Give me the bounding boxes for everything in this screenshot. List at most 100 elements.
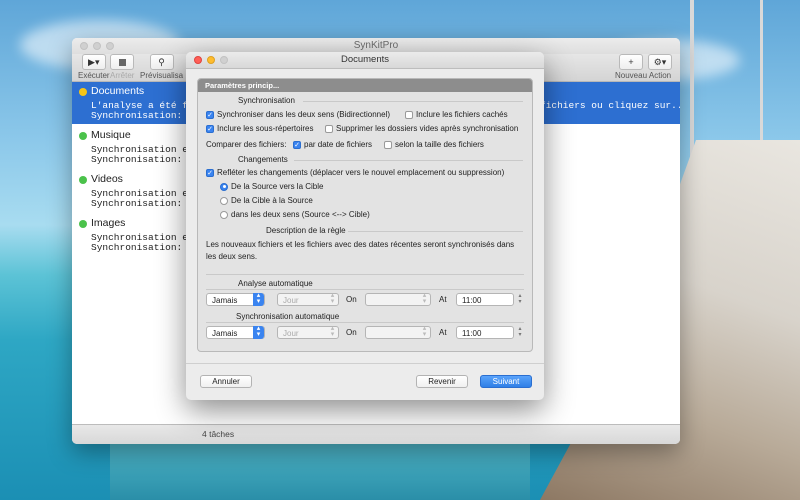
- analysis-day-select[interactable]: Jour ▴ ▾: [277, 292, 339, 306]
- radio-target-to-source[interactable]: De la Cible à la Source: [220, 196, 313, 205]
- rule-description: Les nouveaux fichiers et les fichiers av…: [206, 240, 515, 261]
- time-value: 11:00: [462, 296, 482, 305]
- close-button[interactable]: [194, 56, 202, 64]
- radio-selected-icon: [220, 182, 228, 191]
- checkmark-icon: ✓: [206, 168, 214, 177]
- main-settings-panel: Paramètres princip... Synchronisation ✓ …: [197, 78, 533, 352]
- by-size-checkbox[interactable]: selon la taille des fichiers: [384, 140, 484, 149]
- time-stepper-icon[interactable]: ▴ ▾: [516, 326, 524, 339]
- status-dot-icon: [79, 220, 87, 228]
- by-date-checkbox[interactable]: ✓ par date de fichiers: [293, 140, 372, 149]
- analysis-on-select[interactable]: ▴ ▾: [365, 292, 431, 306]
- time-value: 11:00: [462, 329, 482, 338]
- task-name: Musique: [91, 129, 131, 141]
- section-rule: Description de la règle: [266, 226, 346, 235]
- radio-icon: [220, 196, 228, 205]
- radio-source-to-target[interactable]: De la Source vers la Cible: [220, 182, 323, 191]
- execute-label: Exécuter: [78, 71, 110, 80]
- checkbox-icon: [325, 124, 333, 133]
- time-stepper-icon[interactable]: ▴ ▾: [516, 293, 524, 306]
- minimize-button[interactable]: [93, 42, 101, 50]
- search-icon: ⚲: [149, 54, 174, 70]
- bidir-label: Synchroniser dans les deux sens (Bidirec…: [217, 110, 390, 119]
- analysis-time-field[interactable]: 11:00: [456, 293, 514, 306]
- section-changes: Changements: [238, 155, 288, 164]
- by-date-label: par date de fichiers: [304, 140, 373, 149]
- preview-label: Prévisualisa: [140, 71, 184, 80]
- sync-time-field[interactable]: 11:00: [456, 326, 514, 339]
- new-label: Nouveau: [615, 71, 648, 80]
- window-controls: [80, 42, 114, 50]
- checkmark-icon: ✓: [206, 124, 214, 133]
- window-title: SynKitPro: [353, 40, 399, 51]
- sheet-titlebar: Documents: [186, 52, 544, 69]
- next-button[interactable]: Suivant: [480, 375, 532, 388]
- task-detail-tail: fichiers ou cliquez sur...: [540, 100, 680, 111]
- bidir-checkbox[interactable]: ✓ Synchroniser dans les deux sens (Bidir…: [206, 110, 390, 119]
- task-count: 4 tâches: [202, 429, 235, 439]
- play-icon: ▶▾: [81, 54, 106, 70]
- section-sync: Synchronisation: [238, 96, 295, 105]
- chevron-updown-icon: ▴ ▾: [330, 292, 335, 305]
- stop-label: Arrêter: [110, 71, 135, 80]
- delete-empty-label: Supprimer les dossiers vides après synch…: [336, 124, 519, 133]
- section-auto-sync: Synchronisation automatique: [236, 312, 340, 321]
- sea-foreground: [110, 440, 530, 500]
- task-name: Images: [91, 217, 126, 229]
- checkbox-icon: [384, 140, 392, 149]
- radio-label: De la Source vers la Cible: [231, 182, 324, 191]
- by-size-label: selon la taille des fichiers: [395, 140, 484, 149]
- chevron-updown-icon: ▴ ▾: [330, 325, 335, 338]
- new-button[interactable]: + Nouveau: [615, 54, 647, 80]
- status-dot-icon: [79, 88, 87, 96]
- zoom-button[interactable]: [220, 56, 228, 64]
- sync-frequency-select[interactable]: Jamais ▴ ▾: [206, 325, 265, 339]
- radio-both-ways[interactable]: dans les deux sens (Source <--> Cible): [220, 210, 370, 219]
- execute-button[interactable]: ▶▾ Exécuter: [78, 54, 110, 80]
- subdirs-checkbox[interactable]: ✓ Inclure les sous-répertoires: [206, 124, 313, 133]
- action-button[interactable]: ⚙▾ Action: [648, 54, 672, 80]
- reflect-changes-checkbox[interactable]: ✓ Refléter les changements (déplacer ver…: [206, 168, 504, 177]
- settings-sheet: Documents Paramètres princip... Synchron…: [186, 52, 544, 400]
- action-label: Action: [648, 71, 672, 80]
- close-button[interactable]: [80, 42, 88, 50]
- status-bar: 4 tâches: [72, 424, 680, 444]
- at-label: At: [439, 295, 447, 304]
- stop-button[interactable]: Arrêter: [110, 54, 134, 80]
- sync-on-select[interactable]: ▴ ▾: [365, 325, 431, 339]
- chevron-updown-icon: ▴ ▾: [422, 325, 427, 338]
- tab-main-settings[interactable]: Paramètres princip...: [198, 79, 532, 92]
- on-label: On: [346, 328, 357, 337]
- checkbox-icon: [405, 110, 413, 119]
- chevron-updown-icon: ▴ ▾: [422, 292, 427, 305]
- divider: [294, 160, 523, 161]
- plus-icon: +: [619, 54, 644, 70]
- divider: [348, 231, 523, 232]
- subdirs-label: Inclure les sous-répertoires: [217, 124, 314, 133]
- status-dot-icon: [79, 176, 87, 184]
- window-controls: [194, 56, 228, 64]
- select-value: Jamais: [212, 296, 238, 305]
- analysis-frequency-select[interactable]: Jamais ▴ ▾: [206, 292, 265, 306]
- cancel-button[interactable]: Annuler: [200, 375, 252, 388]
- delete-empty-checkbox[interactable]: Supprimer les dossiers vides après synch…: [325, 124, 518, 133]
- zoom-button[interactable]: [106, 42, 114, 50]
- chevron-updown-icon: ▴ ▾: [253, 292, 264, 306]
- task-name: Videos: [91, 173, 123, 185]
- divider: [303, 101, 523, 102]
- preview-button[interactable]: ⚲ Prévisualisa: [140, 54, 183, 80]
- select-value: Jour: [283, 296, 299, 305]
- radio-label: De la Cible à la Source: [231, 196, 313, 205]
- sync-day-select[interactable]: Jour ▴ ▾: [277, 325, 339, 339]
- back-button[interactable]: Revenir: [416, 375, 468, 388]
- divider: [206, 274, 524, 275]
- task-name: Documents: [91, 85, 145, 97]
- hidden-files-checkbox[interactable]: Inclure les fichiers cachés: [405, 110, 508, 119]
- divider: [206, 322, 524, 323]
- minimize-button[interactable]: [207, 56, 215, 64]
- sheet-title: Documents: [340, 54, 390, 65]
- select-value: Jour: [283, 329, 299, 338]
- divider: [186, 363, 544, 364]
- checkmark-icon: ✓: [206, 110, 214, 119]
- stop-icon: [110, 54, 135, 70]
